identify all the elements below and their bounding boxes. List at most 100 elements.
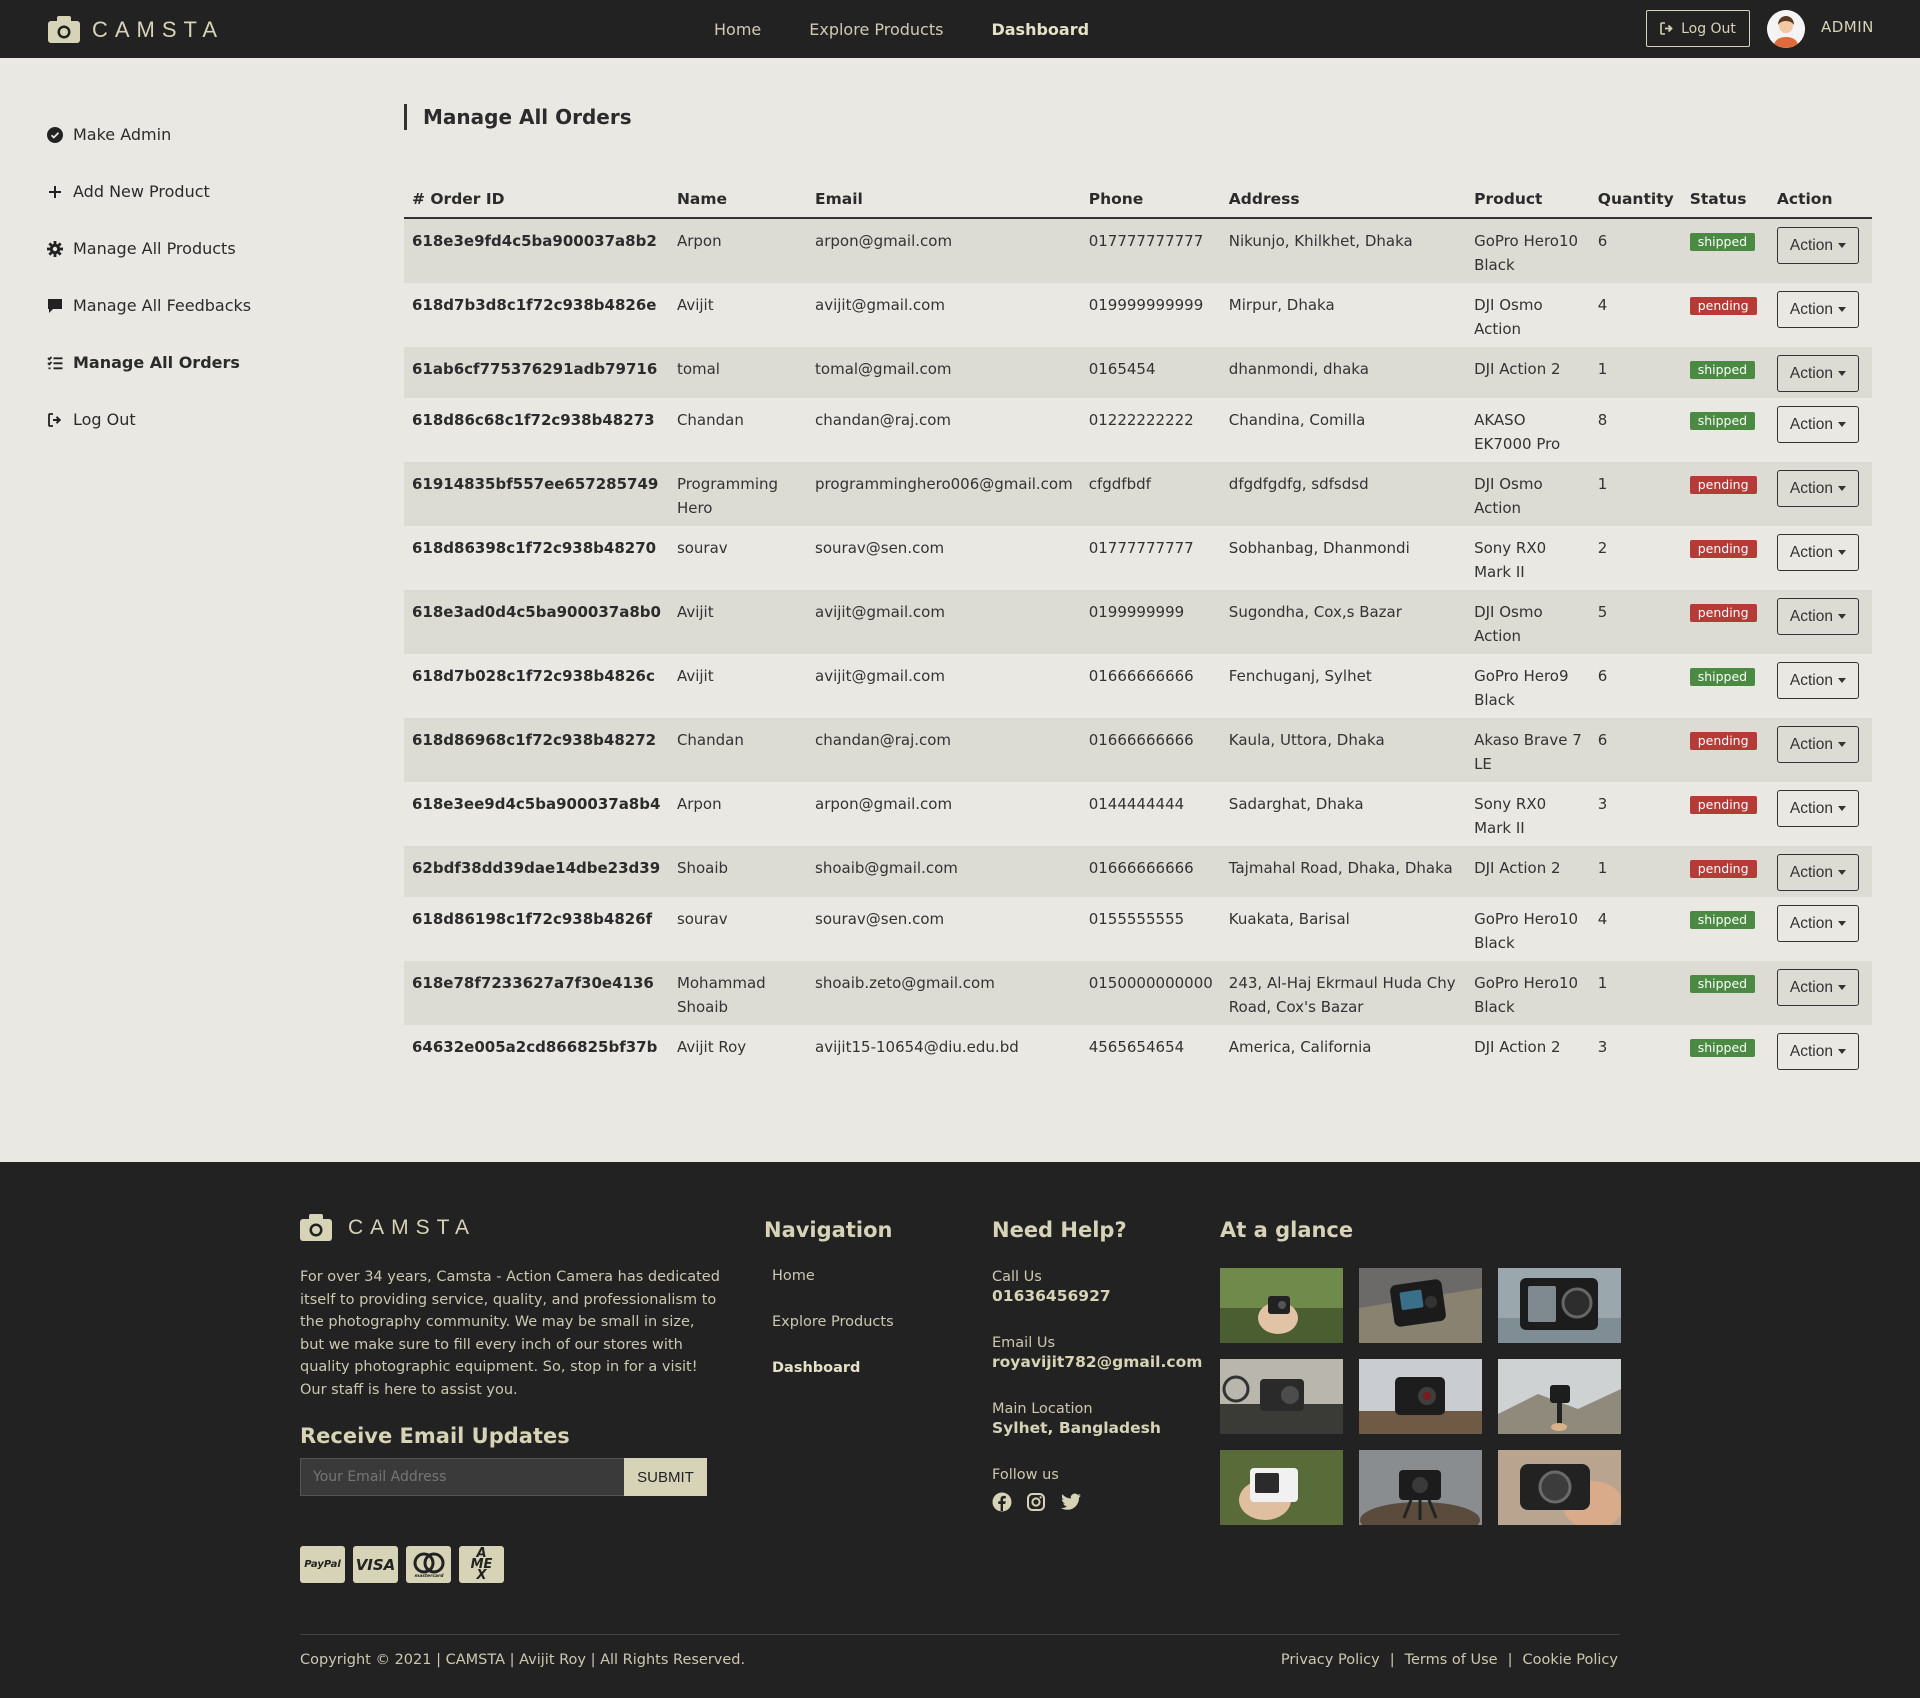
avatar[interactable]: [1767, 10, 1805, 48]
footer-divider: [300, 1634, 1620, 1635]
newsletter-email-input[interactable]: [300, 1458, 625, 1496]
quantity-cell: 1: [1589, 347, 1682, 398]
customer-email-cell: avijit@gmail.com: [815, 667, 945, 685]
action-dropdown-button[interactable]: Action: [1776, 790, 1859, 827]
sidebar-item-add-new-product[interactable]: Add New Product: [47, 163, 347, 220]
product-name-cell: AKASO EK7000 Pro: [1474, 411, 1561, 453]
customer-address-cell: Tajmahal Road, Dhaka, Dhaka: [1220, 846, 1467, 897]
twitter-icon[interactable]: [1060, 1492, 1082, 1516]
facebook-icon[interactable]: [992, 1492, 1012, 1516]
visa-label: VISA: [355, 1555, 396, 1574]
action-dropdown-button[interactable]: Action: [1776, 227, 1859, 264]
customer-phone-cell: 01666666666: [1080, 846, 1221, 897]
gallery-image[interactable]: [1359, 1450, 1482, 1525]
action-dropdown-button[interactable]: Action: [1776, 1033, 1859, 1070]
action-dropdown-button[interactable]: Action: [1776, 534, 1859, 571]
call-value[interactable]: 01636456927: [992, 1286, 1202, 1306]
sidebar-item-make-admin[interactable]: Make Admin: [47, 106, 347, 163]
action-cell: Action: [1768, 218, 1872, 283]
status-cell: shipped: [1682, 1025, 1769, 1076]
privacy-policy-link[interactable]: Privacy Policy: [1281, 1652, 1380, 1668]
customer-address-cell: Sadarghat, Dhaka: [1228, 795, 1364, 813]
nav-home[interactable]: Home: [714, 20, 761, 39]
customer-name-cell: Avijit Roy: [676, 1038, 747, 1056]
status-badge: pending: [1689, 476, 1757, 494]
action-dropdown-button[interactable]: Action: [1776, 854, 1859, 891]
action-dropdown-button[interactable]: Action: [1776, 598, 1859, 635]
customer-phone-cell: 0155555555: [1088, 910, 1185, 928]
sidebar-item-manage-all-orders[interactable]: Manage All Orders: [47, 334, 347, 391]
newsletter-submit-button[interactable]: SUBMIT: [624, 1458, 707, 1496]
action-dropdown-button[interactable]: Action: [1776, 291, 1859, 328]
footer-link-home[interactable]: Home: [772, 1268, 815, 1284]
sidebar-item-label: Manage All Orders: [73, 353, 240, 372]
footer-link-explore-products[interactable]: Explore Products: [772, 1314, 894, 1330]
gallery-image[interactable]: [1220, 1268, 1343, 1343]
legal-links: Privacy Policy | Terms of Use | Cookie P…: [1281, 1652, 1618, 1668]
footer-brand[interactable]: CAMSTA: [300, 1214, 476, 1241]
table-row: 61914835bf557ee657285749 Programming Hero…: [404, 462, 1872, 526]
customer-address-cell: Chandina, Comilla: [1228, 411, 1366, 429]
customer-address-cell: 243, Al-Haj Ekrmaul Huda Chy Road, Cox's…: [1220, 961, 1467, 1025]
order-id-cell: 618d86c68c1f72c938b48273: [412, 411, 655, 429]
nav-dashboard[interactable]: Dashboard: [991, 20, 1089, 39]
action-dropdown-button[interactable]: Action: [1776, 662, 1859, 699]
action-dropdown-button[interactable]: Action: [1776, 406, 1859, 443]
footer-link-dashboard[interactable]: Dashboard: [772, 1360, 860, 1376]
order-id-cell: 618e3e9fd4c5ba900037a8b2: [404, 218, 669, 283]
action-dropdown-button[interactable]: Action: [1776, 905, 1859, 942]
action-label: Action: [1789, 671, 1833, 689]
customer-name-cell: sourav: [676, 910, 728, 928]
caret-down-icon: [1837, 806, 1846, 811]
follow-label: Follow us: [992, 1467, 1059, 1483]
action-cell: Action: [1768, 347, 1872, 398]
gallery-image[interactable]: [1498, 1359, 1621, 1434]
brand-logo[interactable]: CAMSTA: [48, 16, 224, 43]
instagram-icon[interactable]: [1026, 1492, 1046, 1516]
customer-email-cell: chandan@raj.com: [815, 411, 952, 429]
status-cell: pending: [1681, 462, 1769, 526]
email-value[interactable]: royavijit782@gmail.com: [992, 1352, 1202, 1372]
column-header: # Order ID: [404, 180, 669, 219]
gallery-image[interactable]: [1359, 1359, 1482, 1434]
status-cell: shipped: [1682, 654, 1769, 718]
gallery-image[interactable]: [1498, 1450, 1621, 1525]
customer-email-cell: programminghero006@gmail.com: [807, 462, 1081, 526]
action-label: Action: [1789, 543, 1833, 561]
customer-address-cell: Kaula, Uttora, Dhaka: [1220, 718, 1467, 782]
customer-address-cell: Fenchuganj, Sylhet: [1228, 667, 1372, 685]
sidebar-item-manage-all-products[interactable]: Manage All Products: [47, 220, 347, 277]
gallery-image[interactable]: [1220, 1359, 1343, 1434]
sidebar-item-log-out[interactable]: Log Out: [47, 391, 347, 448]
dashboard-sidebar: Make Admin Add New Product Manage All Pr…: [47, 106, 347, 448]
action-dropdown-button[interactable]: Action: [1776, 470, 1859, 507]
order-id-cell: 618d86398c1f72c938b48270: [412, 539, 657, 557]
logout-button[interactable]: Log Out: [1646, 10, 1750, 47]
action-label: Action: [1789, 415, 1833, 433]
footer-glance-title: At a glance: [1220, 1218, 1354, 1242]
customer-name-cell: Shoaib: [668, 846, 808, 897]
action-dropdown-button[interactable]: Action: [1776, 969, 1859, 1006]
status-badge: shipped: [1689, 1039, 1756, 1057]
action-cell: Action: [1768, 462, 1872, 526]
sign-out-icon: [47, 412, 63, 428]
customer-name-cell: Arpon: [676, 795, 722, 813]
cookie-policy-link[interactable]: Cookie Policy: [1522, 1652, 1618, 1668]
gallery-image[interactable]: [1220, 1450, 1343, 1525]
table-row: 64632e005a2cd866825bf37b Avijit Roy avijit…: [404, 1025, 1872, 1076]
nav-explore-products[interactable]: Explore Products: [809, 20, 943, 39]
check-circle-icon: [47, 126, 63, 143]
product-name-cell: GoPro Hero10 Black: [1466, 218, 1590, 283]
sidebar-item-manage-all-feedbacks[interactable]: Manage All Feedbacks: [47, 277, 347, 334]
gallery-image[interactable]: [1498, 1268, 1621, 1343]
table-row: 618d86968c1f72c938b48272 Chandan chandan@r…: [404, 718, 1872, 782]
action-dropdown-button[interactable]: Action: [1776, 726, 1859, 763]
action-dropdown-button[interactable]: Action: [1776, 355, 1859, 392]
terms-of-use-link[interactable]: Terms of Use: [1405, 1652, 1498, 1668]
customer-name-cell: Chandan: [676, 411, 744, 429]
customer-phone-cell: 0199999999: [1080, 590, 1221, 654]
caret-down-icon: [1837, 243, 1846, 248]
gallery-image[interactable]: [1359, 1268, 1482, 1343]
quantity-cell: 8: [1597, 411, 1608, 429]
action-label: Action: [1789, 735, 1833, 753]
